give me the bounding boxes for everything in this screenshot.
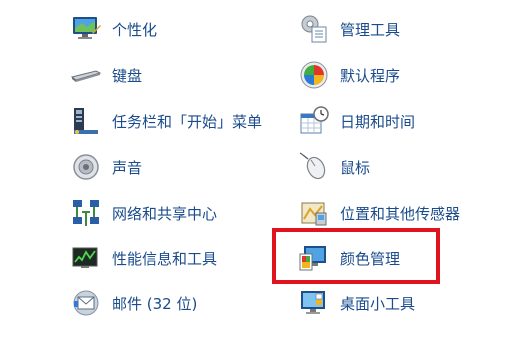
cp-item-label: 网络和共享中心 (112, 204, 218, 223)
cp-item-location-sensors[interactable]: 位置和其他传感器 (298, 193, 460, 233)
highlight-box (272, 228, 440, 284)
cp-item-keyboard[interactable]: 键盘 (70, 55, 142, 95)
cp-item-label: 管理工具 (340, 20, 401, 39)
cp-item-taskbar-start-menu[interactable]: 任务栏和「开始」菜单 (70, 101, 262, 141)
cp-item-label: 默认程序 (340, 66, 401, 85)
sound-icon (70, 151, 102, 183)
cp-item-date-time[interactable]: 日期和时间 (298, 101, 415, 141)
cp-item-personalization[interactable]: 个性化 (70, 9, 157, 49)
default-programs-icon (298, 59, 330, 91)
cp-item-label: 桌面小工具 (340, 294, 416, 313)
keyboard-icon (70, 59, 102, 91)
mail-icon (70, 287, 102, 319)
taskbar-start-menu-icon (70, 105, 102, 137)
cp-item-label: 日期和时间 (340, 112, 416, 131)
location-sensors-icon (298, 197, 330, 229)
cp-item-label: 键盘 (112, 66, 143, 85)
network-sharing-icon (70, 197, 102, 229)
mouse-icon (298, 151, 330, 183)
cp-item-default-programs[interactable]: 默认程序 (298, 55, 400, 95)
cp-item-label: 邮件 (32 位) (112, 294, 198, 313)
cp-item-label: 鼠标 (340, 158, 371, 177)
cp-item-mouse[interactable]: 鼠标 (298, 147, 370, 187)
personalization-icon (70, 13, 102, 45)
cp-item-label: 任务栏和「开始」菜单 (112, 112, 263, 131)
desktop-gadgets-icon (298, 287, 330, 319)
performance-icon (70, 242, 102, 274)
cp-item-network-sharing[interactable]: 网络和共享中心 (70, 193, 217, 233)
cp-item-admin-tools[interactable]: 管理工具 (298, 9, 400, 49)
cp-item-label: 性能信息和工具 (112, 249, 218, 268)
cp-item-sound[interactable]: 声音 (70, 147, 142, 187)
control-panel-grid: 个性化 键盘 任务栏和「开始」菜单 声音 网络和共享中心 性能信息和工具 邮件 … (0, 0, 510, 340)
cp-item-mail[interactable]: 邮件 (32 位) (70, 283, 197, 323)
cp-item-label: 个性化 (112, 20, 158, 39)
admin-tools-icon (298, 13, 330, 45)
date-time-icon (298, 105, 330, 137)
cp-item-label: 位置和其他传感器 (340, 204, 461, 223)
cp-item-desktop-gadgets[interactable]: 桌面小工具 (298, 283, 415, 323)
cp-item-label: 声音 (112, 158, 143, 177)
cp-item-performance[interactable]: 性能信息和工具 (70, 238, 217, 278)
